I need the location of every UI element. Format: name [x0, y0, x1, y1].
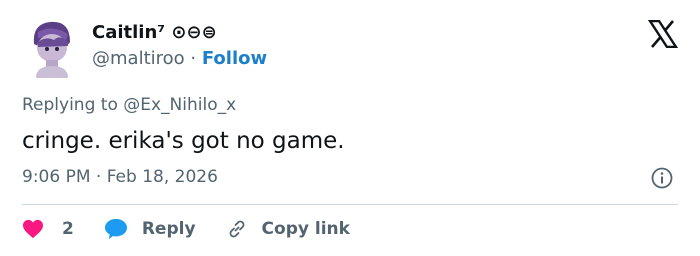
speech-bubble-icon [104, 219, 127, 239]
author-display-name[interactable]: Caitlin⁷ ⊙⊖⊜ [92, 22, 217, 44]
link-icon [229, 220, 244, 238]
replying-to: Replying to @Ex_Nihilo_x [22, 95, 237, 115]
reply-label: Reply [141, 219, 196, 239]
author-handle[interactable]: @maltiroo [92, 48, 185, 69]
heart-icon [23, 219, 43, 239]
reply-button[interactable]: Reply [104, 218, 196, 240]
follow-button[interactable]: Follow [202, 48, 267, 69]
x-logo-icon[interactable] [648, 20, 678, 48]
author-handle-line: @maltiroo · Follow [92, 48, 267, 70]
handle-separator: · [190, 48, 197, 69]
tweet-text: cringe. erika's got no game. [22, 128, 345, 154]
like-count: 2 [62, 219, 74, 239]
tweet-timestamp[interactable]: 9:06 PM · Feb 18, 2026 [22, 166, 218, 188]
copy-link-button[interactable]: Copy link [226, 218, 350, 240]
copy-link-label: Copy link [261, 219, 350, 239]
like-button[interactable]: 2 [22, 219, 74, 239]
avatar[interactable] [24, 14, 80, 78]
action-bar: 2 Reply Copy link [22, 214, 350, 244]
info-icon[interactable] [651, 167, 673, 189]
divider [22, 204, 678, 205]
